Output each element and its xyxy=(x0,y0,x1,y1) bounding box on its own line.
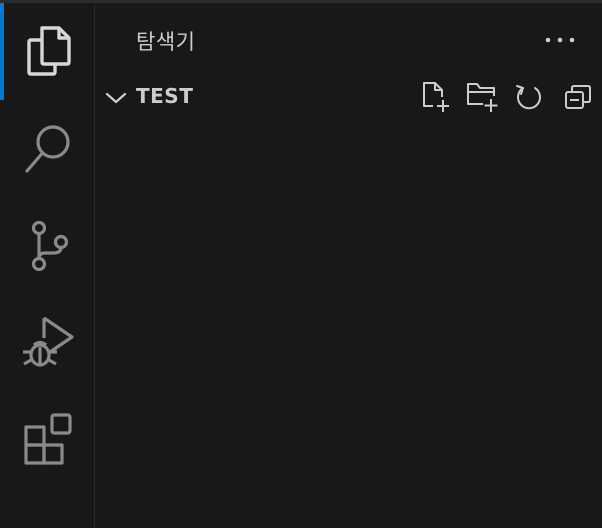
new-file-icon xyxy=(423,82,449,112)
activity-source-control-button[interactable] xyxy=(16,213,80,277)
run-debug-icon xyxy=(23,316,74,367)
sidebar-title: 탐색기 xyxy=(136,30,196,54)
collapse-folders-button[interactable] xyxy=(560,80,596,114)
new-folder-button[interactable] xyxy=(464,80,500,114)
workspace-folder-title: TEST xyxy=(136,84,194,108)
chevron-down-icon xyxy=(105,92,127,104)
activity-explorer-button[interactable] xyxy=(16,19,80,83)
activity-run-debug-button[interactable] xyxy=(16,309,80,373)
ellipsis-icon xyxy=(545,37,575,43)
activity-bar xyxy=(0,3,95,528)
activity-search-button[interactable] xyxy=(16,117,80,181)
explorer-files-icon xyxy=(27,26,71,76)
new-file-button[interactable] xyxy=(416,80,452,114)
extensions-icon xyxy=(24,413,72,465)
workspace-folder-header[interactable]: TEST xyxy=(96,79,602,117)
more-actions-button[interactable] xyxy=(542,27,578,53)
explorer-sidebar: 탐색기 TEST xyxy=(96,3,602,528)
search-icon xyxy=(25,125,70,173)
refresh-explorer-button[interactable] xyxy=(511,80,547,114)
source-control-icon xyxy=(31,220,69,271)
new-folder-icon xyxy=(467,83,498,112)
refresh-icon xyxy=(516,85,541,110)
collapse-all-icon xyxy=(565,85,591,109)
active-indicator xyxy=(0,3,4,100)
activity-extensions-button[interactable] xyxy=(16,407,80,471)
